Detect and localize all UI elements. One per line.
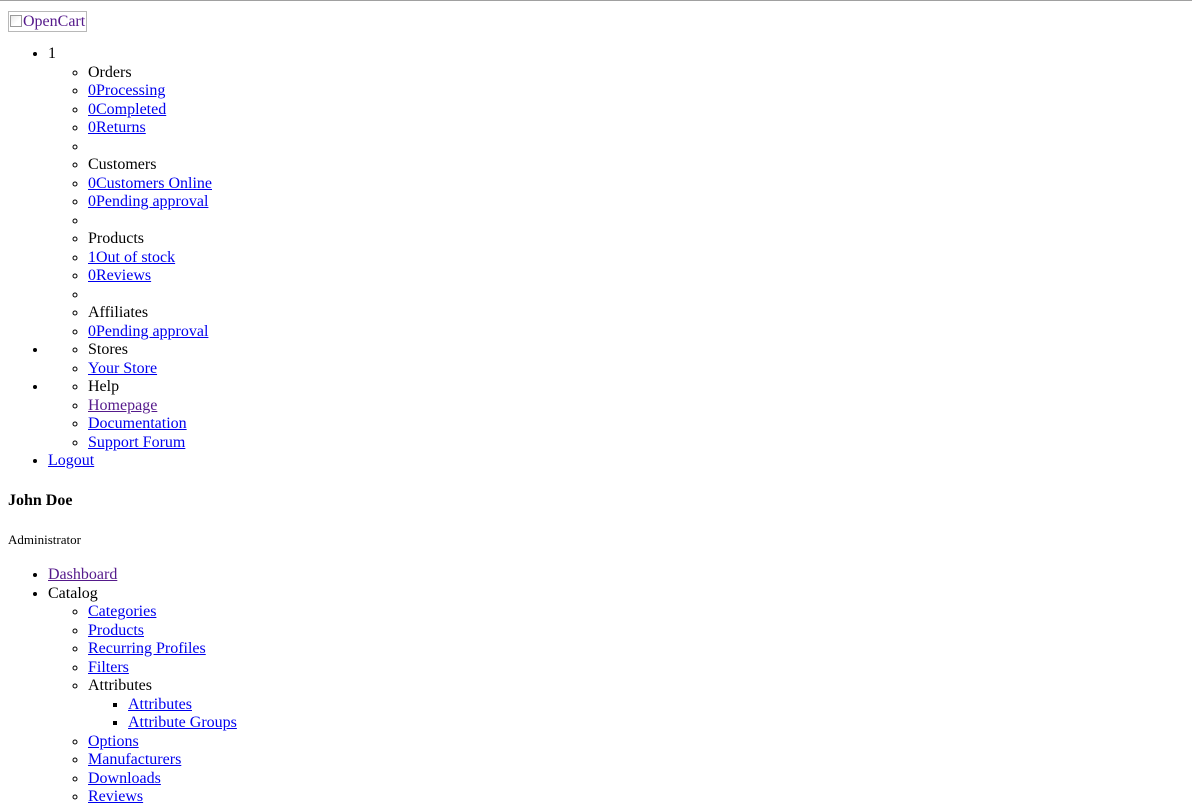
support-forum-link[interactable]: Support Forum <box>88 434 185 451</box>
opencart-logo[interactable]: OpenCart <box>8 11 88 32</box>
orders-completed[interactable]: 0Completed <box>88 101 1184 120</box>
downloads-link[interactable]: Downloads <box>88 770 161 787</box>
attribute-groups-link[interactable]: Attribute Groups <box>128 714 237 731</box>
dashboard-link[interactable]: Dashboard <box>48 566 117 583</box>
manufacturers-link[interactable]: Manufacturers <box>88 751 181 768</box>
categories-link[interactable]: Categories <box>88 603 156 620</box>
affiliates-heading: Affiliates <box>88 304 1184 323</box>
notifications-dropdown[interactable]: 1 Orders 0Processing 0Completed 0Returns… <box>48 45 1184 341</box>
menu-manufacturers[interactable]: Manufacturers <box>88 751 1184 770</box>
menu-attributes-group[interactable]: Attributes Attributes Attribute Groups <box>88 677 1184 733</box>
stores-dropdown[interactable]: Stores Your Store <box>48 341 1184 378</box>
menu-products[interactable]: Products <box>88 622 1184 641</box>
menu-recurring-profiles[interactable]: Recurring Profiles <box>88 640 1184 659</box>
options-link[interactable]: Options <box>88 733 139 750</box>
help-documentation[interactable]: Documentation <box>88 415 1184 434</box>
documentation-link[interactable]: Documentation <box>88 415 187 432</box>
menu-dashboard[interactable]: Dashboard <box>48 566 1184 585</box>
logout-link[interactable]: Logout <box>48 452 94 469</box>
products-reviews-link[interactable]: 0Reviews <box>88 267 151 284</box>
sidebar-menu: Dashboard Catalog Categories Products Re… <box>8 566 1184 807</box>
affiliates-pending[interactable]: 0Pending approval <box>88 323 1184 342</box>
divider <box>88 212 1184 231</box>
customers-pending[interactable]: 0Pending approval <box>88 193 1184 212</box>
logo-alt-text: OpenCart <box>23 13 86 30</box>
customers-pending-link[interactable]: 0Pending approval <box>88 193 208 210</box>
menu-options[interactable]: Options <box>88 733 1184 752</box>
help-homepage[interactable]: Homepage <box>88 397 1184 416</box>
homepage-link[interactable]: Homepage <box>88 397 157 414</box>
menu-downloads[interactable]: Downloads <box>88 770 1184 789</box>
products-link[interactable]: Products <box>88 622 144 639</box>
broken-image-icon <box>10 15 22 27</box>
divider <box>88 286 1184 305</box>
help-menu: Help Homepage Documentation Support Foru… <box>48 378 1184 452</box>
catalog-submenu: Categories Products Recurring Profiles F… <box>48 603 1184 807</box>
customers-online-link[interactable]: 0Customers Online <box>88 175 212 192</box>
stores-menu: Stores Your Store <box>48 341 1184 378</box>
store-your-store[interactable]: Your Store <box>88 360 1184 379</box>
logout-item[interactable]: Logout <box>48 452 1184 471</box>
orders-returns[interactable]: 0Returns <box>88 119 1184 138</box>
orders-returns-link[interactable]: 0Returns <box>88 119 146 136</box>
stores-heading: Stores <box>88 341 1184 360</box>
top-border <box>0 0 1192 1</box>
attributes-submenu: Attributes Attribute Groups <box>88 696 1184 733</box>
products-out-of-stock-link[interactable]: 1Out of stock <box>88 249 175 266</box>
attributes-link[interactable]: Attributes <box>128 696 192 713</box>
attributes-heading[interactable]: Attributes <box>88 677 152 694</box>
profile-role: Administrator <box>8 532 81 547</box>
recurring-profiles-link[interactable]: Recurring Profiles <box>88 640 206 657</box>
orders-processing[interactable]: 0Processing <box>88 82 1184 101</box>
orders-processing-link[interactable]: 0Processing <box>88 82 165 99</box>
products-out-of-stock[interactable]: 1Out of stock <box>88 249 1184 268</box>
page-content: OpenCart 1 Orders 0Processing 0Completed… <box>8 11 1184 807</box>
products-heading: Products <box>88 230 1184 249</box>
products-reviews[interactable]: 0Reviews <box>88 267 1184 286</box>
menu-reviews[interactable]: Reviews <box>88 788 1184 807</box>
your-store-link[interactable]: Your Store <box>88 360 157 377</box>
customers-online[interactable]: 0Customers Online <box>88 175 1184 194</box>
menu-attributes[interactable]: Attributes <box>128 696 1184 715</box>
notifications-menu: Orders 0Processing 0Completed 0Returns C… <box>48 64 1184 342</box>
help-heading: Help <box>88 378 1184 397</box>
reviews-link[interactable]: Reviews <box>88 788 143 805</box>
notification-count[interactable]: 1 <box>48 45 56 62</box>
menu-catalog[interactable]: Catalog Categories Products Recurring Pr… <box>48 585 1184 807</box>
customers-heading: Customers <box>88 156 1184 175</box>
help-dropdown[interactable]: Help Homepage Documentation Support Foru… <box>48 378 1184 452</box>
help-support-forum[interactable]: Support Forum <box>88 434 1184 453</box>
menu-categories[interactable]: Categories <box>88 603 1184 622</box>
header-nav: 1 Orders 0Processing 0Completed 0Returns… <box>8 45 1184 471</box>
filters-link[interactable]: Filters <box>88 659 129 676</box>
orders-completed-link[interactable]: 0Completed <box>88 101 166 118</box>
affiliates-pending-link[interactable]: 0Pending approval <box>88 323 208 340</box>
profile-name: John Doe <box>8 491 73 509</box>
catalog-heading[interactable]: Catalog <box>48 585 98 602</box>
menu-attribute-groups[interactable]: Attribute Groups <box>128 714 1184 733</box>
divider <box>88 138 1184 157</box>
menu-filters[interactable]: Filters <box>88 659 1184 678</box>
orders-heading: Orders <box>88 64 1184 83</box>
